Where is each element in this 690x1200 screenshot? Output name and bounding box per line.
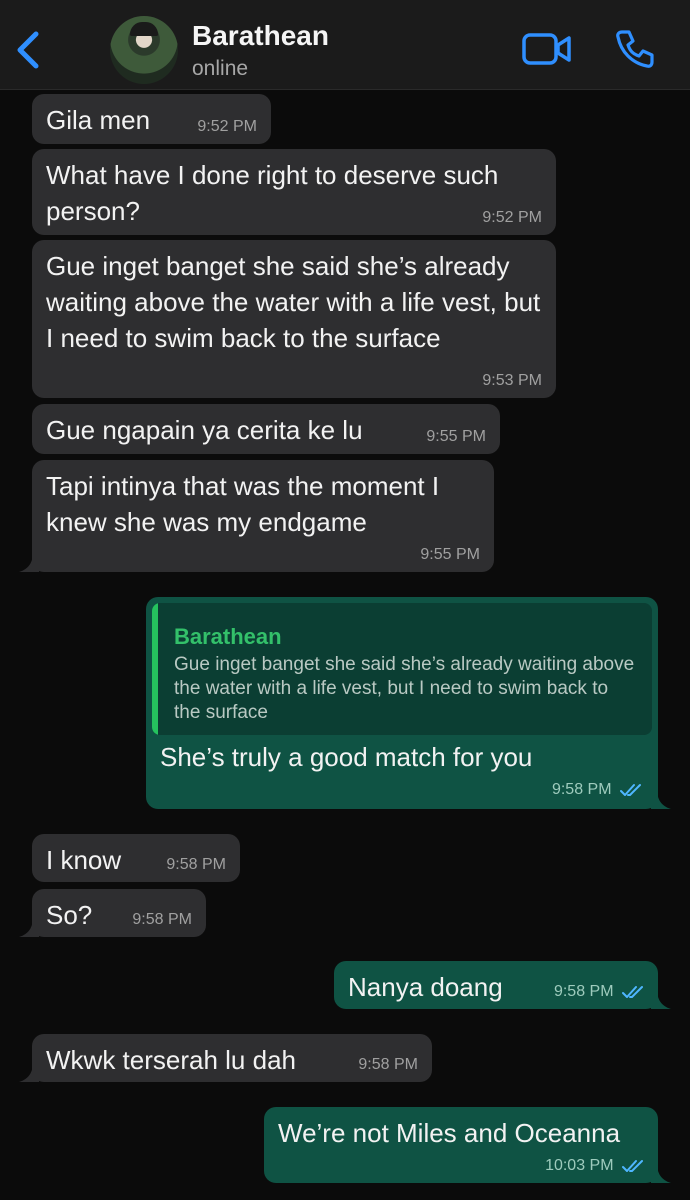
message-outgoing[interactable]: We’re not Miles and Oceanna 10:03 PM: [264, 1107, 671, 1183]
contact-name[interactable]: Barathean: [192, 20, 329, 52]
message-incoming[interactable]: What have I done right to deserve such p…: [32, 149, 556, 235]
message-time: 9:58 PM: [166, 856, 226, 873]
message-time-label: 9:58 PM: [553, 983, 614, 1000]
chat-header: Barathean online: [0, 0, 690, 90]
quote-bar: [152, 603, 158, 735]
message-time: 10:03 PM: [545, 1157, 644, 1175]
back-button[interactable]: [12, 28, 46, 72]
voice-call-button[interactable]: [614, 28, 656, 70]
message-text: She’s truly a good match for you: [160, 742, 533, 772]
message-outgoing[interactable]: Nanya doang 9:58 PM: [334, 961, 671, 1009]
read-ticks-icon: [622, 1159, 643, 1172]
bubble-tail: [19, 917, 39, 937]
message-text: Tapi intinya that was the moment I knew …: [46, 471, 440, 537]
bubble-tail: [651, 989, 671, 1009]
contact-status: online: [192, 57, 249, 80]
quote-author: Barathean: [174, 624, 282, 649]
message-incoming[interactable]: Wkwk terserah lu dah 9:58 PM: [19, 1034, 432, 1082]
bubble-tail: [651, 789, 671, 809]
message-time: 9:55 PM: [426, 428, 486, 445]
message-time: 9:53 PM: [482, 372, 542, 389]
bubble-tail: [19, 552, 39, 572]
reply-quote[interactable]: Barathean Gue inget banget she said she’…: [152, 603, 652, 735]
message-time-label: 9:58 PM: [551, 781, 612, 798]
message-time: 9:58 PM: [358, 1056, 418, 1073]
message-outgoing[interactable]: Barathean Gue inget banget she said she’…: [146, 597, 671, 809]
message-incoming[interactable]: I know 9:58 PM: [32, 834, 240, 882]
message-incoming[interactable]: Tapi intinya that was the moment I knew …: [19, 460, 494, 572]
bubble-tail: [19, 1062, 39, 1082]
message-time-label: 10:03 PM: [545, 1157, 614, 1174]
read-ticks-icon: [622, 985, 643, 998]
message-time: 9:55 PM: [420, 546, 480, 563]
phone-icon: [616, 30, 654, 68]
message-time: 9:52 PM: [482, 209, 542, 226]
message-text: We’re not Miles and Oceanna: [278, 1118, 621, 1148]
video-call-button[interactable]: [522, 32, 572, 66]
bubble-tail: [651, 1163, 671, 1183]
message-time: 9:58 PM: [554, 983, 644, 1001]
message-text: Gue inget banget she said she’s already …: [46, 251, 541, 353]
message-text: Gue ngapain ya cerita ke lu: [46, 415, 363, 445]
message-text: What have I done right to deserve such p…: [46, 160, 499, 226]
read-ticks-icon: [620, 783, 641, 796]
message-incoming[interactable]: Gila men 9:52 PM: [32, 94, 271, 144]
quote-text: Gue inget banget she said she’s already …: [174, 654, 635, 723]
message-time: 9:58 PM: [132, 911, 192, 928]
message-incoming[interactable]: Gue inget banget she said she’s already …: [32, 240, 556, 398]
video-camera-icon: [522, 33, 571, 65]
chevron-left-icon: [17, 31, 39, 69]
message-time: 9:52 PM: [197, 118, 257, 135]
message-time: 9:58 PM: [552, 781, 642, 799]
message-incoming[interactable]: Gue ngapain ya cerita ke lu 9:55 PM: [32, 404, 500, 454]
avatar[interactable]: [110, 16, 178, 84]
message-incoming[interactable]: So? 9:58 PM: [19, 889, 206, 937]
